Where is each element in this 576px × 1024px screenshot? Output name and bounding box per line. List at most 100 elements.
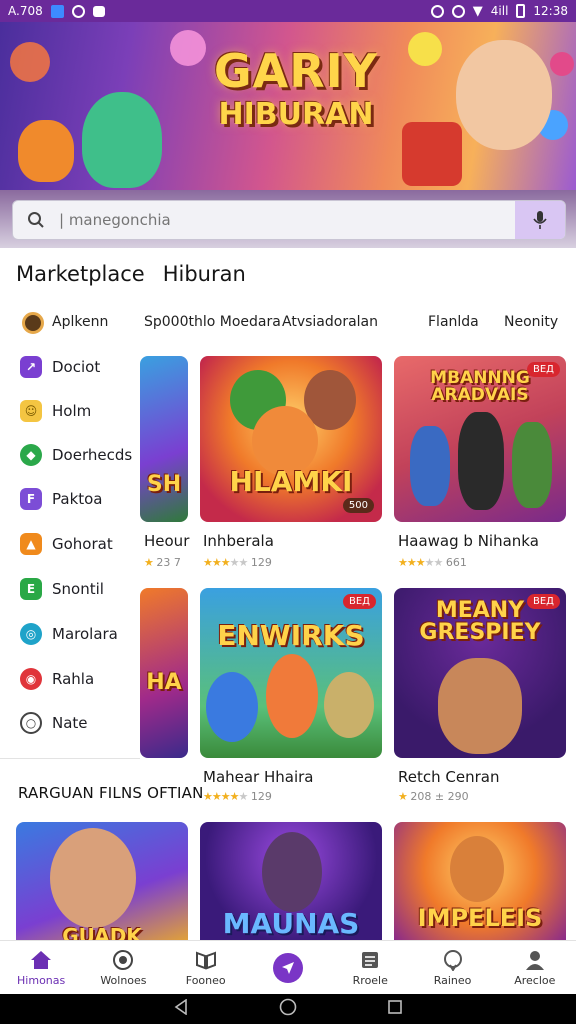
nav-item-explore[interactable] xyxy=(247,941,329,994)
character-illustration xyxy=(458,412,504,510)
category-item-paktoa[interactable]: F Paktoa xyxy=(20,488,103,510)
character-illustration xyxy=(438,658,522,754)
system-navigation-bar xyxy=(0,994,576,1024)
nav-item-raineo[interactable]: Raineo xyxy=(411,941,493,994)
game-art-title: GUADK xyxy=(62,924,142,940)
game-thumbnail[interactable]: HA xyxy=(140,588,188,758)
tab-hiburan[interactable]: Hiburan xyxy=(163,262,246,286)
game-thumbnail[interactable]: ENWIRKS ВЕД xyxy=(200,588,382,758)
game-badge: ВЕД xyxy=(343,594,376,609)
search-input[interactable] xyxy=(59,211,515,229)
green-dinosaur-illustration xyxy=(82,92,162,188)
category-item-holm[interactable]: ☺ Holm xyxy=(20,400,91,422)
filter-item[interactable]: Sp000thlo Moedara xyxy=(144,314,281,330)
game-art-title: IMPELEIS xyxy=(417,904,543,932)
game-badge: ВЕД xyxy=(527,362,560,377)
category-label: Holm xyxy=(52,402,92,420)
heart-icon xyxy=(441,949,465,971)
filter-item[interactable]: Flanlda xyxy=(428,314,479,330)
character-illustration xyxy=(324,672,374,738)
face-icon: ☺ xyxy=(20,400,42,422)
search-bar[interactable] xyxy=(12,200,566,240)
battery-icon xyxy=(516,4,526,18)
character-illustration xyxy=(410,426,450,506)
game-thumbnail[interactable]: HLAMKI 500 xyxy=(200,356,382,522)
star-rating-icon: ★★★★★ xyxy=(203,556,248,569)
game-title[interactable]: Mahear Hhaira xyxy=(203,768,314,786)
category-label: Gohorat xyxy=(52,535,113,553)
nav-item-wolnoes[interactable]: Wolnoes xyxy=(82,941,164,994)
game-thumbnail[interactable]: MBANNNG ARADVAIS ВЕД xyxy=(394,356,566,522)
star-rating-icon: ★ xyxy=(144,556,154,569)
category-item-doerhecds[interactable]: ◆ Doerhecds xyxy=(20,444,132,466)
app-notification-icon xyxy=(50,4,64,18)
recents-icon[interactable] xyxy=(387,999,403,1019)
tv-icon xyxy=(111,949,135,971)
status-bar: A.708 ▼ 4ill 12:38 xyxy=(0,0,576,22)
game-badge: ВЕД xyxy=(527,594,560,609)
filter-item[interactable]: Atvsiadoralan xyxy=(282,314,378,330)
search-icon[interactable] xyxy=(13,211,59,229)
game-title[interactable]: Retch Cenran xyxy=(398,768,499,786)
status-time: 12:38 xyxy=(533,4,568,18)
tab-marketplace[interactable]: Marketplace xyxy=(16,262,145,286)
nav-item-rroele[interactable]: Rroele xyxy=(329,941,411,994)
game-rating: ★★★★★ 661 xyxy=(398,556,467,569)
category-item-dociot[interactable]: ↗ Dociot xyxy=(20,356,100,378)
record-icon: ◉ xyxy=(20,668,42,690)
sync-icon xyxy=(71,4,85,18)
person-icon xyxy=(523,949,547,971)
hero-banner[interactable]: GARIY HIBURAN xyxy=(0,22,576,190)
game-title[interactable]: Heour xyxy=(144,532,189,550)
game-thumbnail[interactable]: MEANY GRESPIEY ВЕД xyxy=(394,588,566,758)
category-label: Snontil xyxy=(52,580,104,598)
game-thumbnail[interactable]: IMPELEIS xyxy=(394,822,566,940)
game-thumbnail[interactable]: MAUNAS xyxy=(200,822,382,940)
category-item-rahla[interactable]: ◉ Rahla xyxy=(20,668,94,690)
bottom-navigation: Himonas Wolnoes Fooneo Rroele Raineo Are… xyxy=(0,940,576,994)
list-icon xyxy=(358,949,382,971)
category-item-snontil[interactable]: E Snontil xyxy=(20,578,104,600)
game-title[interactable]: Haawag b Nihanka xyxy=(398,532,539,550)
nav-label: Rroele xyxy=(352,973,388,987)
circle-icon: ◎ xyxy=(20,623,42,645)
game-thumbnail[interactable]: GUADK xyxy=(16,822,188,940)
game-thumbnail[interactable]: SH xyxy=(140,356,188,522)
orange-creature-illustration xyxy=(18,120,74,182)
filter-item[interactable]: Neonity xyxy=(504,314,558,330)
nav-label: Fooneo xyxy=(185,973,226,987)
game-rating: ★★★★★ 129 xyxy=(203,790,272,803)
category-item-marolara[interactable]: ◎ Marolara xyxy=(20,623,118,645)
game-art-title: HA xyxy=(146,670,182,695)
nav-label: Himonas xyxy=(17,973,66,987)
filter-row: Aplkenn Sp000thlo Moedara Atvsiadoralan … xyxy=(20,310,560,336)
shield-icon: ◆ xyxy=(20,444,42,466)
category-label: Paktoa xyxy=(52,490,103,508)
bear-character-illustration xyxy=(456,40,552,150)
hero-title-line1: GARIY xyxy=(213,44,379,98)
filter-item[interactable]: Aplkenn xyxy=(52,314,108,330)
category-item-nate[interactable]: ○ Nate xyxy=(20,712,88,734)
star-rating-icon: ★★★★★ xyxy=(203,790,248,803)
blue-creature-illustration xyxy=(206,672,258,742)
home-icon xyxy=(29,949,53,971)
nav-item-fooneo[interactable]: Fooneo xyxy=(165,941,247,994)
location-pin-icon: ○ xyxy=(20,712,42,734)
back-icon[interactable] xyxy=(173,998,189,1019)
category-label: Doerhecds xyxy=(52,446,133,464)
home-button-icon[interactable] xyxy=(279,998,297,1020)
nav-item-arecloe[interactable]: Arecloe xyxy=(494,941,576,994)
category-label: Nate xyxy=(52,714,88,732)
alarm-icon xyxy=(451,4,465,18)
lion-icon xyxy=(22,312,44,334)
location-icon xyxy=(430,4,444,18)
hero-title-line2: HIBURAN xyxy=(218,97,374,132)
game-title[interactable]: Inhberala xyxy=(203,532,274,550)
category-item-gohorat[interactable]: ▲ Gohorat xyxy=(20,533,113,555)
nav-item-home[interactable]: Himonas xyxy=(0,941,82,994)
hero-orb-icon xyxy=(408,32,442,66)
mic-icon[interactable] xyxy=(515,201,565,239)
search-area xyxy=(0,190,576,248)
doc-icon: E xyxy=(20,578,42,600)
book-icon xyxy=(194,949,218,971)
